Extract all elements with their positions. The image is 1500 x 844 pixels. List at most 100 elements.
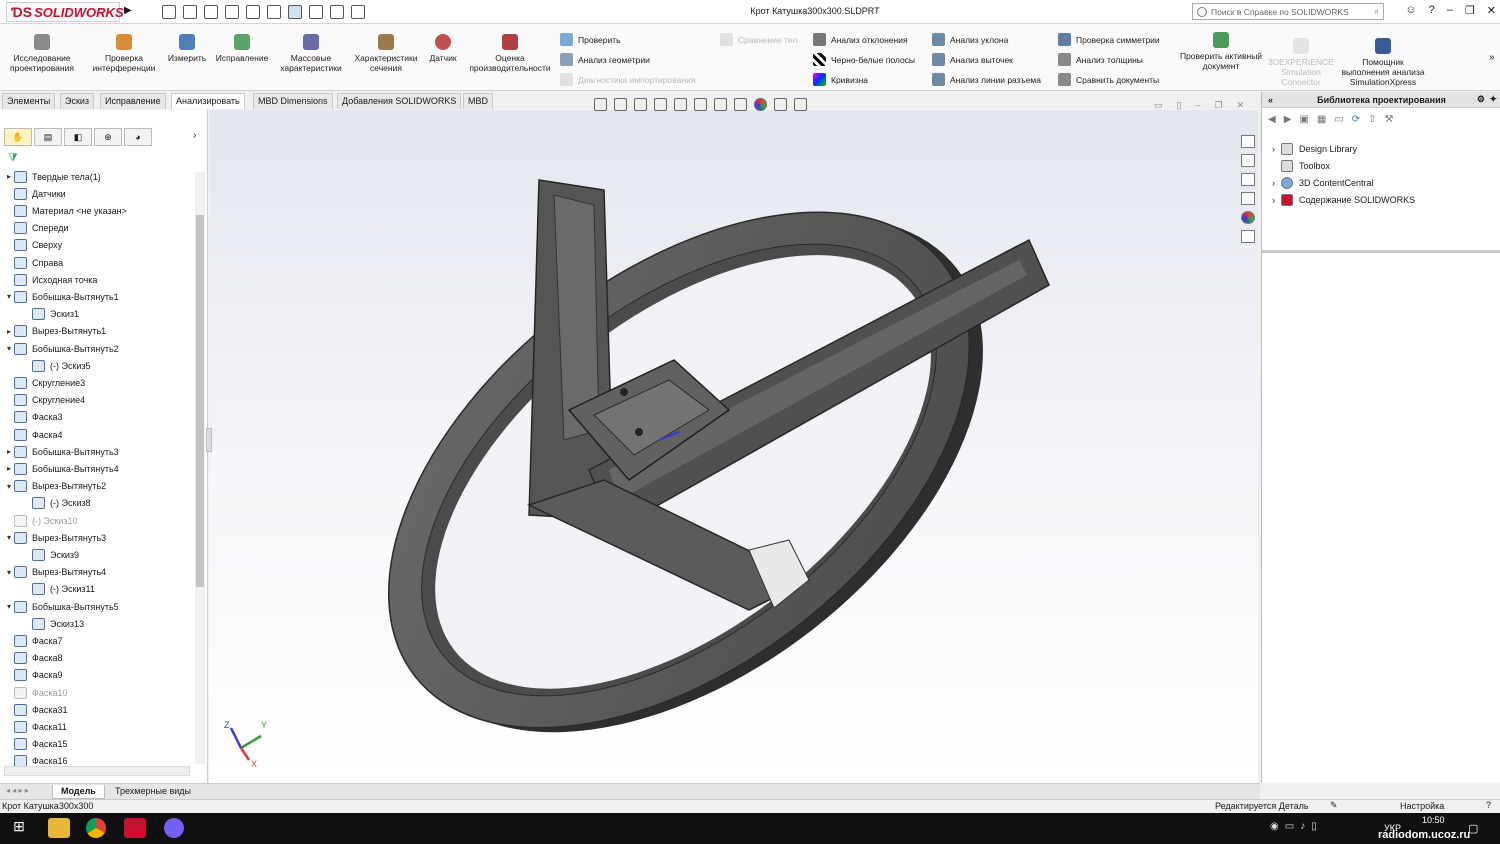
performance-button[interactable]: Оценка производительности: [464, 34, 556, 73]
dimxpert-tab-icon[interactable]: ⊕: [94, 128, 122, 146]
library-item-toolbox[interactable]: ›Toolbox: [1272, 160, 1330, 172]
feature-tree-item[interactable]: ▸ Твердые тела(1): [0, 168, 101, 185]
feature-tree-item[interactable]: Скругление4: [0, 392, 85, 409]
back-icon[interactable]: ◀: [1268, 114, 1276, 125]
help-question-icon[interactable]: ?: [1429, 4, 1435, 17]
horizontal-scrollbar[interactable]: [4, 766, 190, 776]
undercut-analysis-button[interactable]: Анализ выточек: [932, 53, 1013, 66]
feature-tree-item[interactable]: ▾ Бобышка-Вытянуть5: [0, 598, 119, 615]
displaymanager-tab-icon[interactable]: ◕: [124, 128, 152, 146]
refresh-icon[interactable]: ⟳: [1352, 114, 1360, 125]
feature-tree-item[interactable]: Фаска4: [0, 426, 63, 443]
feature-tree-item[interactable]: ▸ Бобышка-Вытянуть3: [0, 443, 119, 460]
expand-arrow-icon[interactable]: ▸: [4, 447, 14, 456]
clock[interactable]: 10:50: [1422, 815, 1445, 825]
feature-tree-item[interactable]: (-) Эскиз11: [0, 581, 95, 598]
undo-icon[interactable]: [267, 5, 281, 19]
library-item-design-library[interactable]: › Design Library: [1272, 143, 1357, 155]
expand-arrow-icon[interactable]: ▸: [4, 464, 14, 473]
fm-tabs-scroll-right-icon[interactable]: ›: [193, 130, 196, 141]
expand-arrow-icon[interactable]: ▸: [4, 327, 14, 336]
ribbon-scroll-right-icon[interactable]: »: [1489, 52, 1495, 63]
restore-button[interactable]: ❐: [1465, 4, 1475, 17]
search-icon[interactable]: ⌕: [1374, 6, 1379, 17]
mass-properties-button[interactable]: Массовые характеристики: [274, 34, 348, 73]
minimize-button[interactable]: –: [1447, 4, 1453, 17]
measure-button[interactable]: Измерить: [164, 34, 210, 63]
collapse-pane-icon[interactable]: «: [1268, 95, 1273, 105]
parting-line-analysis-button[interactable]: Анализ линии разъема: [932, 73, 1041, 86]
feature-tree-scroll-thumb[interactable]: [196, 215, 204, 587]
feature-tree-item[interactable]: (-) Эскиз10: [0, 512, 78, 529]
help-status-icon[interactable]: ?: [1486, 800, 1491, 810]
feature-tree-item[interactable]: ▸ Вырез-Вытянуть1: [0, 323, 106, 340]
up-one-level-icon[interactable]: ⇧: [1368, 114, 1376, 125]
tab-analyze[interactable]: Анализировать: [171, 93, 245, 109]
add-to-library-icon[interactable]: ▣: [1299, 114, 1308, 125]
custom-properties-icon[interactable]: [1241, 230, 1255, 243]
create-folder-icon[interactable]: ▭: [1334, 114, 1343, 125]
viber-icon[interactable]: [164, 818, 184, 838]
feature-tree-item[interactable]: ▸ Бобышка-Вытянуть4: [0, 460, 119, 477]
draft-analysis-button[interactable]: Анализ уклона: [932, 33, 1008, 46]
close-button[interactable]: ✕: [1487, 4, 1496, 17]
expand-arrow-icon[interactable]: ▾: [4, 482, 14, 491]
volume-icon[interactable]: ♪: [1300, 821, 1305, 832]
feature-tree-item[interactable]: Фаска15: [0, 736, 68, 753]
windows-start-icon[interactable]: ⊞: [8, 818, 30, 838]
expand-arrow-icon[interactable]: ▾: [4, 568, 14, 577]
expand-arrow-icon[interactable]: ▾: [4, 344, 14, 353]
feature-tree-item[interactable]: ▾ Бобышка-Вытянуть2: [0, 340, 119, 357]
propertymanager-tab-icon[interactable]: ▤: [34, 128, 62, 146]
feature-tree-item[interactable]: Справа: [0, 254, 63, 271]
expand-arrow-icon[interactable]: ▾: [4, 533, 14, 542]
configurationmanager-tab-icon[interactable]: ◧: [64, 128, 92, 146]
rebuild-status-icon[interactable]: ✎: [1330, 800, 1338, 811]
feature-tree-item[interactable]: ▾ Вырез-Вытянуть4: [0, 564, 106, 581]
pin-icon[interactable]: ✦: [1489, 94, 1497, 105]
feature-tree-item[interactable]: Эскиз1: [0, 306, 79, 323]
view-palette-icon[interactable]: [1241, 192, 1255, 205]
graphics-area[interactable]: ▭ ▯ – ❐ ✕ Y Z X: [206, 98, 1258, 783]
tab-model[interactable]: Модель: [52, 785, 105, 799]
feature-tree-item[interactable]: ▾ Вырез-Вытянуть2: [0, 478, 106, 495]
symmetry-check-button[interactable]: Проверка симметрии: [1058, 33, 1160, 46]
feature-tree-item[interactable]: ▾ Бобышка-Вытянуть1: [0, 288, 119, 305]
zebra-stripes-button[interactable]: Черно-белые полосы: [813, 53, 915, 66]
check-active-document-button[interactable]: Проверить активный документ: [1178, 32, 1264, 71]
print-icon[interactable]: [246, 5, 260, 19]
options-gear-icon[interactable]: [351, 5, 365, 19]
design-library-icon[interactable]: [1241, 154, 1255, 167]
feature-tree-item[interactable]: Фаска7: [0, 632, 63, 649]
feature-tree-item[interactable]: Фаска8: [0, 650, 63, 667]
file-explorer-taskbar-icon[interactable]: [48, 818, 70, 838]
open-icon[interactable]: [204, 5, 218, 19]
solidworks-logo[interactable]: ƊS SOLIDWORKS: [6, 2, 124, 22]
design-study-button[interactable]: Исследование проектирования: [6, 34, 78, 73]
feature-tree-item[interactable]: Сверху: [0, 237, 62, 254]
solidworks-resources-icon[interactable]: [1241, 135, 1255, 148]
feature-tree-item[interactable]: Эскиз13: [0, 615, 84, 632]
home-icon[interactable]: [162, 5, 176, 19]
expand-arrow-icon[interactable]: ▾: [4, 602, 14, 611]
feature-tree-item[interactable]: Спереди: [0, 220, 68, 237]
feature-tree-item[interactable]: Фаска3: [0, 409, 63, 426]
units-settings[interactable]: Настройка: [1400, 801, 1444, 811]
feature-tree-item[interactable]: Скругление3: [0, 374, 85, 391]
user-icon[interactable]: ☺: [1405, 4, 1416, 17]
library-item-3d-contentcentral[interactable]: › 3D ContentCentral: [1272, 177, 1374, 189]
tab-mbd-dimensions[interactable]: MBD Dimensions: [253, 93, 333, 109]
feature-tree-item[interactable]: Датчики: [0, 185, 66, 202]
featuremanager-tab-icon[interactable]: ✋: [4, 128, 32, 146]
new-document-icon[interactable]: [183, 5, 197, 19]
tab-sketch[interactable]: Эскиз: [60, 93, 95, 109]
feature-tree-item[interactable]: Исходная точка: [0, 271, 97, 288]
compare-documents-button[interactable]: Сравнить документы: [1058, 73, 1159, 86]
library-item-solidworks-content[interactable]: › Содержание SOLIDWORKS: [1272, 194, 1415, 206]
curvature-button[interactable]: Кривизна: [813, 73, 868, 86]
tab-3d-views[interactable]: Трехмерные виды: [110, 786, 196, 796]
tab-solidworks-addins[interactable]: Добавления SOLIDWORKS: [337, 93, 462, 109]
feature-tree-item[interactable]: ▾ Вырез-Вытянуть3: [0, 529, 106, 546]
deviation-analysis-button[interactable]: Анализ отклонения: [813, 33, 908, 46]
pane-splitter[interactable]: [1262, 250, 1500, 253]
